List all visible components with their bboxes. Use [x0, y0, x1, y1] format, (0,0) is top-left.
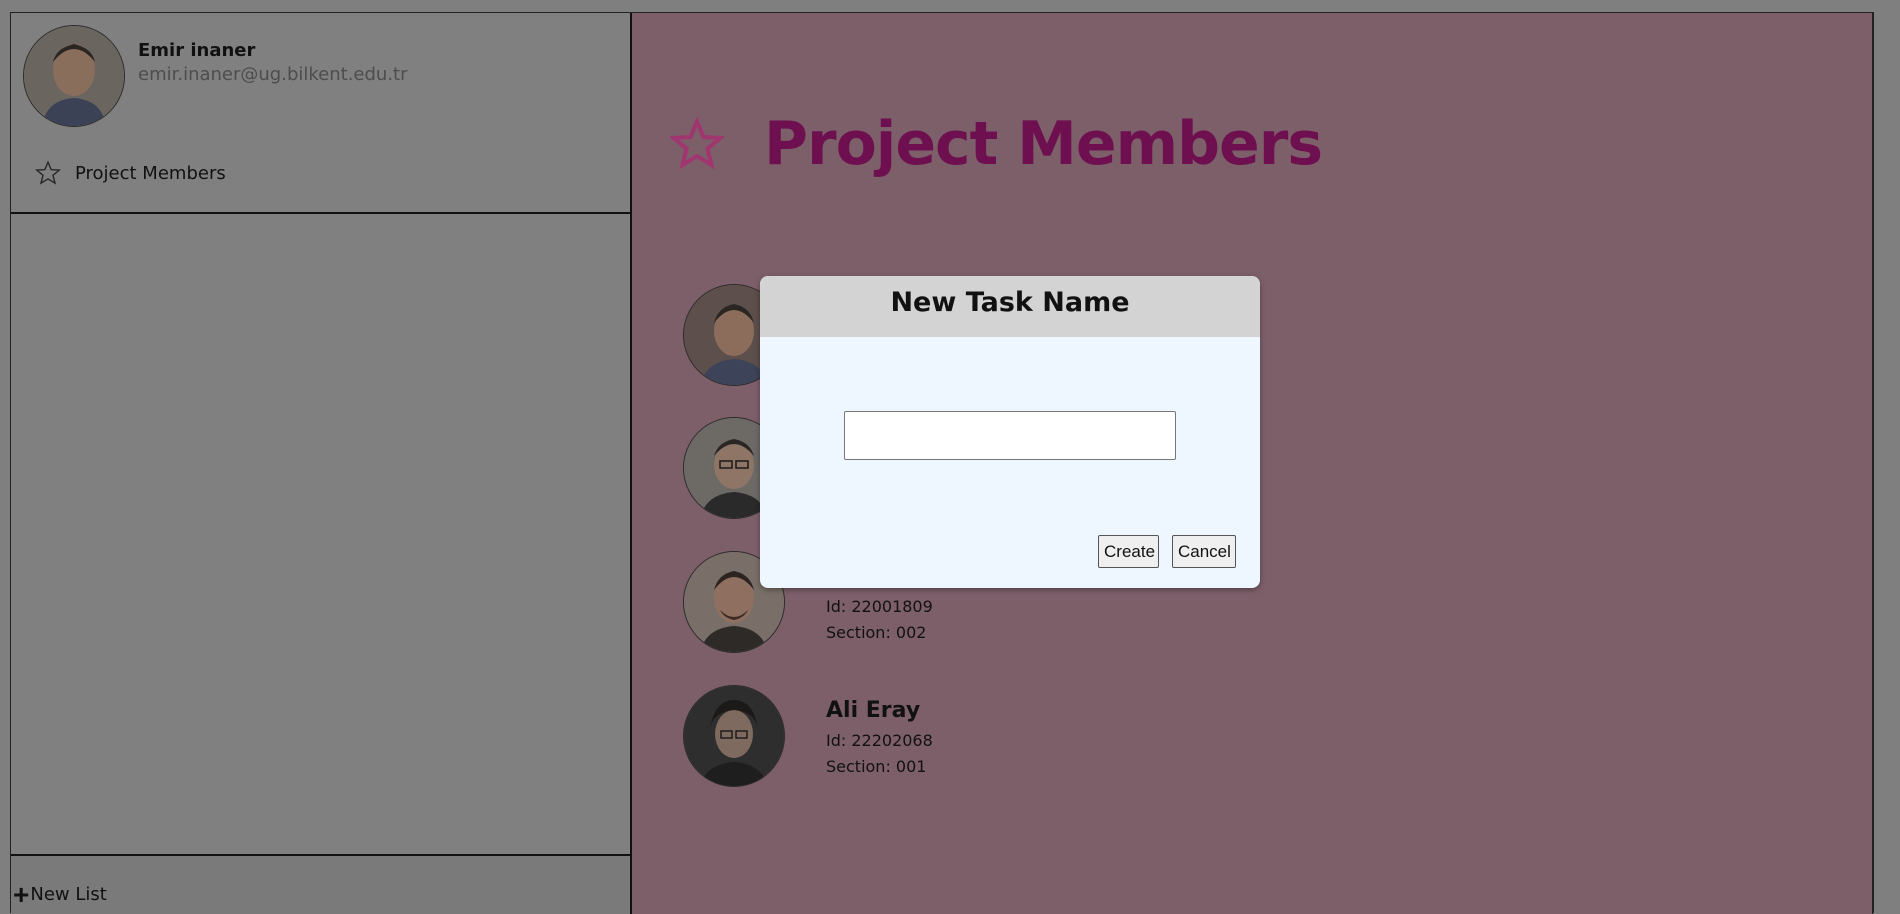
member-section: Section: 001: [826, 757, 927, 776]
user-photo-icon: [24, 26, 124, 126]
dialog-title: New Task Name: [760, 276, 1260, 337]
cancel-button[interactable]: Cancel: [1172, 535, 1236, 568]
page-title: Project Members: [764, 109, 1323, 179]
member-section: Section: 002: [826, 623, 927, 642]
member-photo-icon: [684, 686, 784, 786]
member-id: Id: 22202068: [826, 731, 933, 750]
user-email: emir.inaner@ug.bilkent.edu.tr: [138, 64, 408, 85]
create-button[interactable]: Create: [1098, 535, 1159, 568]
task-name-input[interactable]: [844, 411, 1176, 460]
sidebar: Emir inaner emir.inaner@ug.bilkent.edu.t…: [11, 13, 632, 914]
user-name: Emir inaner: [138, 40, 256, 61]
member-card: Ali Eray Id: 22202068 Section: 001: [683, 685, 1083, 789]
new-list-label: New List: [30, 884, 107, 905]
profile-card: Emir inaner emir.inaner@ug.bilkent.edu.t…: [11, 13, 630, 214]
star-outline-icon: [35, 160, 61, 185]
page-header: Project Members: [670, 109, 1323, 179]
sidebar-item-label: Project Members: [75, 162, 226, 184]
avatar: [23, 25, 125, 127]
member-name: Ali Eray: [826, 698, 921, 723]
new-list-button[interactable]: + New List: [13, 878, 107, 910]
member-id: Id: 22001809: [826, 597, 933, 616]
plus-icon: +: [13, 878, 30, 910]
new-list-bar: + New List: [11, 854, 630, 914]
star-outline-icon[interactable]: [670, 117, 724, 171]
sidebar-item-project-members[interactable]: Project Members: [35, 156, 226, 190]
new-task-dialog: New Task Name Create Cancel: [760, 276, 1260, 588]
avatar: [683, 685, 785, 787]
